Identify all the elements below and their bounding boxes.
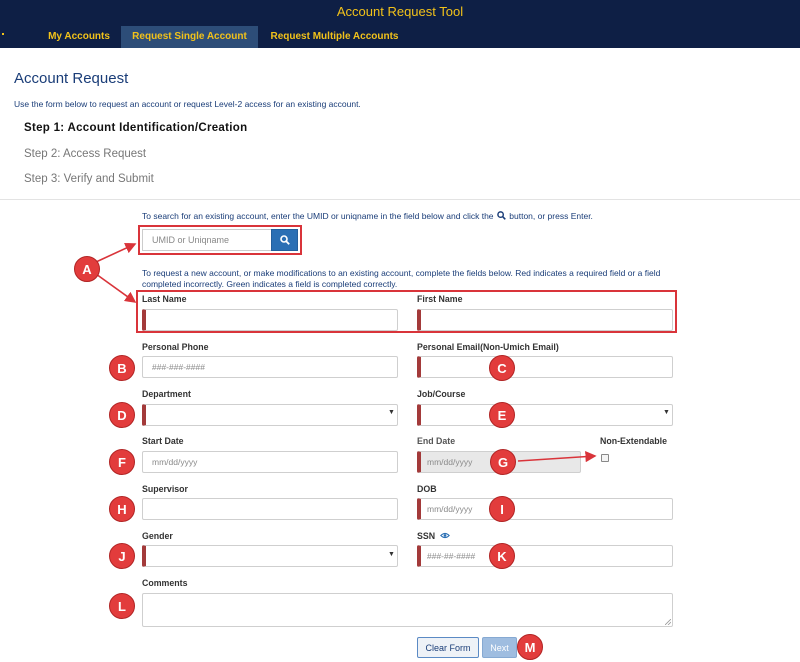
annotation-badge-c: C (489, 355, 515, 381)
job-course-select[interactable] (417, 404, 673, 426)
tab-request-multiple-accounts[interactable]: Request Multiple Accounts (258, 26, 411, 48)
tab-my-accounts[interactable]: My Accounts (34, 26, 124, 48)
annotation-arrow-a-search (95, 242, 137, 263)
next-button[interactable]: Next (482, 637, 517, 658)
ssn-label-text: SSN (417, 531, 436, 541)
supervisor-label: Supervisor (142, 484, 188, 494)
form-help-text: To request a new account, or make modifi… (142, 268, 661, 289)
chevron-down-icon: ▼ (663, 409, 670, 416)
last-name-input[interactable] (142, 309, 398, 331)
umid-search-input[interactable] (142, 229, 271, 251)
tab-request-single-account[interactable]: Request Single Account (121, 26, 258, 48)
personal-email-input[interactable] (417, 356, 673, 378)
chevron-down-icon: ▼ (388, 551, 395, 558)
comments-label: Comments (142, 578, 188, 588)
clear-form-button[interactable]: Clear Form (417, 637, 479, 658)
department-select[interactable] (142, 404, 398, 426)
ssn-label: SSN (417, 531, 450, 541)
search-help-before: To search for an existing account, enter… (142, 211, 494, 221)
annotation-badge-m: M (517, 634, 543, 660)
gender-label: Gender (142, 531, 173, 541)
annotation-badge-i: I (489, 496, 515, 522)
chevron-down-icon: ▼ (388, 409, 395, 416)
annotation-badge-d: D (109, 402, 135, 428)
annotation-badge-k: K (489, 543, 515, 569)
first-name-input[interactable] (417, 309, 673, 331)
annotation-badge-e: E (489, 402, 515, 428)
department-label: Department (142, 389, 191, 399)
annotation-badge-b: B (109, 355, 135, 381)
section-divider (0, 199, 800, 200)
annotation-badge-a: A (74, 256, 100, 282)
start-date-input[interactable] (142, 451, 398, 473)
supervisor-input[interactable] (142, 498, 398, 520)
step-1-label: Step 1: Account Identification/Creation (24, 122, 248, 134)
gender-select[interactable] (142, 545, 398, 567)
annotation-badge-j: J (109, 543, 135, 569)
annotation-arrow-a-names (95, 273, 137, 303)
personal-phone-label: Personal Phone (142, 342, 209, 352)
eye-icon[interactable] (439, 532, 450, 539)
ssn-input[interactable] (417, 545, 673, 567)
resize-grip-icon[interactable] (665, 619, 671, 625)
annotation-badge-l: L (109, 593, 135, 619)
page-intro: Use the form below to request an account… (14, 99, 361, 109)
search-button[interactable] (271, 229, 298, 251)
search-icon (497, 211, 506, 220)
dob-input[interactable] (417, 498, 673, 520)
annotation-badge-g: G (490, 449, 516, 475)
search-icon (279, 235, 290, 245)
annotation-badge-h: H (109, 496, 135, 522)
search-help-text: To search for an existing account, enter… (142, 211, 593, 222)
personal-email-label: Personal Email(Non-Umich Email) (417, 342, 559, 352)
first-name-label: First Name (417, 294, 463, 304)
top-navigation-bar: Account Request Tool My Accounts Request… (0, 0, 800, 48)
search-help-after: button, or press Enter. (509, 211, 593, 221)
page-title: Account Request (14, 70, 129, 87)
step-3-label: Step 3: Verify and Submit (24, 173, 154, 185)
non-extendable-checkbox[interactable] (601, 454, 609, 462)
non-extendable-label: Non-Extendable (600, 436, 667, 446)
header-dot (2, 33, 4, 35)
step-2-label: Step 2: Access Request (24, 148, 147, 160)
app-title: Account Request Tool (336, 4, 464, 19)
start-date-label: Start Date (142, 436, 184, 446)
annotation-badge-f: F (109, 449, 135, 475)
last-name-label: Last Name (142, 294, 187, 304)
end-date-label: End Date (417, 436, 456, 446)
dob-label: DOB (417, 484, 437, 494)
personal-phone-input[interactable] (142, 356, 398, 378)
comments-textarea[interactable] (142, 593, 673, 627)
job-course-label: Job/Course (417, 389, 466, 399)
